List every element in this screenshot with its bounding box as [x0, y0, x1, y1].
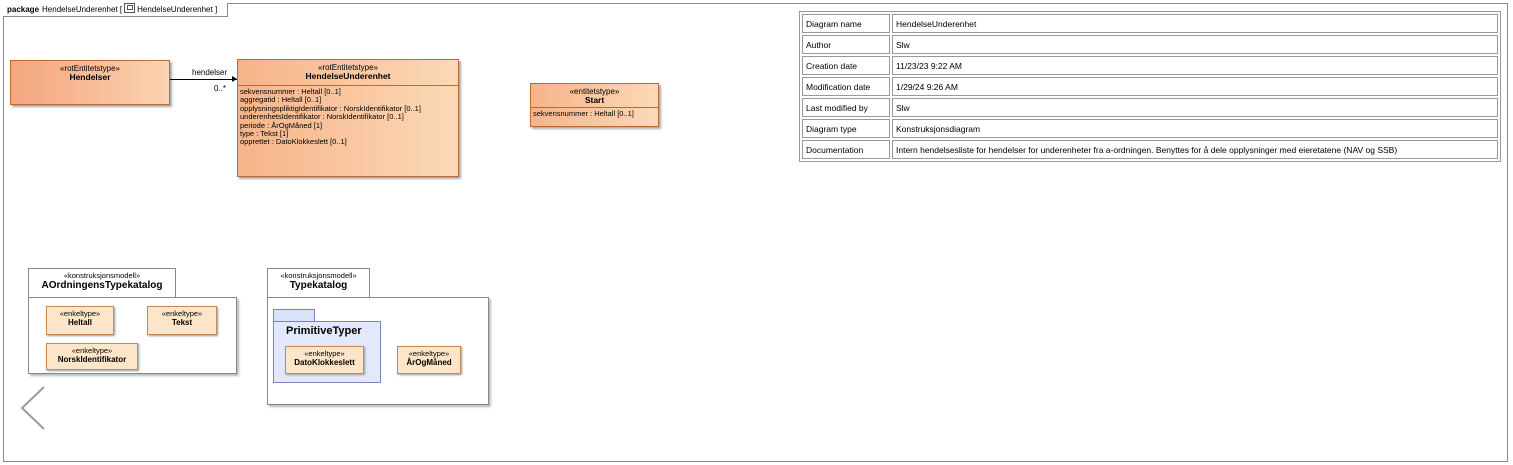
- class-hendelser[interactable]: «rotEntitetstype» Hendelser: [10, 60, 170, 105]
- table-row: Documentation Intern hendelsesliste for …: [802, 140, 1498, 159]
- enkeltype-name: DatoKlokkeslett: [294, 358, 355, 367]
- enkeltype-norskidentifikator[interactable]: «enkeltype» NorskIdentifikator: [46, 343, 138, 370]
- info-value: 11/23/23 9:22 AM: [892, 56, 1498, 75]
- info-key: Author: [802, 35, 890, 54]
- association-role: hendelser: [192, 68, 228, 77]
- package-typekatalog-name: Typekatalog: [289, 280, 348, 291]
- class-hendelse-underenhet-name: HendelseUnderenhet: [305, 71, 391, 81]
- frame-title-tab: package HendelseUnderenhet [HendelseUnder…: [3, 3, 229, 17]
- enkeltype-name: NorskIdentifikator: [57, 355, 127, 364]
- info-value: HendelseUnderenhet: [892, 14, 1498, 33]
- enkeltype-heltall[interactable]: «enkeltype» Heltall: [46, 306, 114, 335]
- class-start[interactable]: «entitetstype» Start sekvensnummer : Hel…: [530, 83, 659, 127]
- enkeltype-name: Tekst: [171, 318, 193, 327]
- class-hendelser-name: Hendelser: [69, 72, 111, 82]
- enkeltype-stereotype: «enkeltype»: [408, 349, 450, 358]
- class-hendelse-underenhet[interactable]: «rotEntitetstype» HendelseUnderenhet sek…: [237, 59, 459, 177]
- package-aordningens-typekatalog-tab[interactable]: «konstruksjonsmodell» AOrdningensTypekat…: [28, 268, 176, 298]
- info-value: Intern hendelsesliste for hendelser for …: [892, 140, 1498, 159]
- info-key: Diagram name: [802, 14, 890, 33]
- info-value: Konstruksjonsdiagram: [892, 119, 1498, 138]
- enkeltype-stereotype: «enkeltype»: [161, 309, 203, 318]
- diagram-icon: [124, 3, 136, 13]
- package-aordning-stereotype: «konstruksjonsmodell»: [63, 271, 141, 280]
- attribute: opprettet : DatoKlokkeslett [0..1]: [240, 137, 347, 147]
- enkeltype-datoklokkeslett[interactable]: «enkeltype» DatoKlokkeslett: [285, 346, 364, 374]
- info-value: 1/29/24 9:26 AM: [892, 77, 1498, 96]
- enkeltype-name: Heltall: [67, 318, 92, 327]
- table-row: Last modified by Slw: [802, 98, 1498, 117]
- enkeltype-arogmaned[interactable]: «enkeltype» ÅrOgMåned: [397, 346, 461, 374]
- table-row: Diagram name HendelseUnderenhet: [802, 14, 1498, 33]
- enkeltype-tekst[interactable]: «enkeltype» Tekst: [147, 306, 217, 335]
- frame-name: HendelseUnderenhet: [42, 5, 118, 14]
- info-key: Creation date: [802, 56, 890, 75]
- class-start-attributes: sekvensnummer : Heltall [0..1]: [531, 107, 658, 120]
- package-primitivetyper-name: PrimitiveTyper: [286, 325, 362, 337]
- class-hendelse-underenhet-attributes: sekvensnummer : Heltall [0..1] aggregati…: [238, 85, 458, 149]
- frame-bracket-open: [: [119, 5, 123, 14]
- frame-keyword: package: [7, 5, 40, 14]
- info-key: Documentation: [802, 140, 890, 159]
- diagram-info-table: Diagram name HendelseUnderenhet Author S…: [799, 11, 1501, 162]
- info-key: Diagram type: [802, 119, 890, 138]
- package-typekatalog-stereotype: «konstruksjonsmodell»: [280, 271, 357, 280]
- attribute: sekvensnummer : Heltall [0..1]: [533, 109, 634, 118]
- association-line[interactable]: [170, 79, 237, 80]
- table-row: Author Slw: [802, 35, 1498, 54]
- association-multiplicity: 0..*: [214, 84, 227, 93]
- frame-bracket-close: ]: [214, 5, 218, 14]
- class-start-name: Start: [584, 95, 605, 105]
- chevron-left-icon[interactable]: [16, 385, 56, 431]
- table-row: Modification date 1/29/24 9:26 AM: [802, 77, 1498, 96]
- table-row: Creation date 11/23/23 9:22 AM: [802, 56, 1498, 75]
- enkeltype-stereotype: «enkeltype»: [71, 346, 113, 355]
- enkeltype-stereotype: «enkeltype»: [304, 349, 345, 358]
- enkeltype-stereotype: «enkeltype»: [59, 309, 101, 318]
- enkeltype-name: ÅrOgMåned: [406, 358, 452, 367]
- package-typekatalog-tab[interactable]: «konstruksjonsmodell» Typekatalog: [267, 268, 370, 298]
- table-row: Diagram type Konstruksjonsdiagram: [802, 119, 1498, 138]
- info-value: Slw: [892, 98, 1498, 117]
- info-key: Last modified by: [802, 98, 890, 117]
- frame-diagram-ref: HendelseUnderenhet: [137, 5, 213, 14]
- info-value: Slw: [892, 35, 1498, 54]
- info-key: Modification date: [802, 77, 890, 96]
- package-aordning-name: AOrdningensTypekatalog: [41, 280, 163, 291]
